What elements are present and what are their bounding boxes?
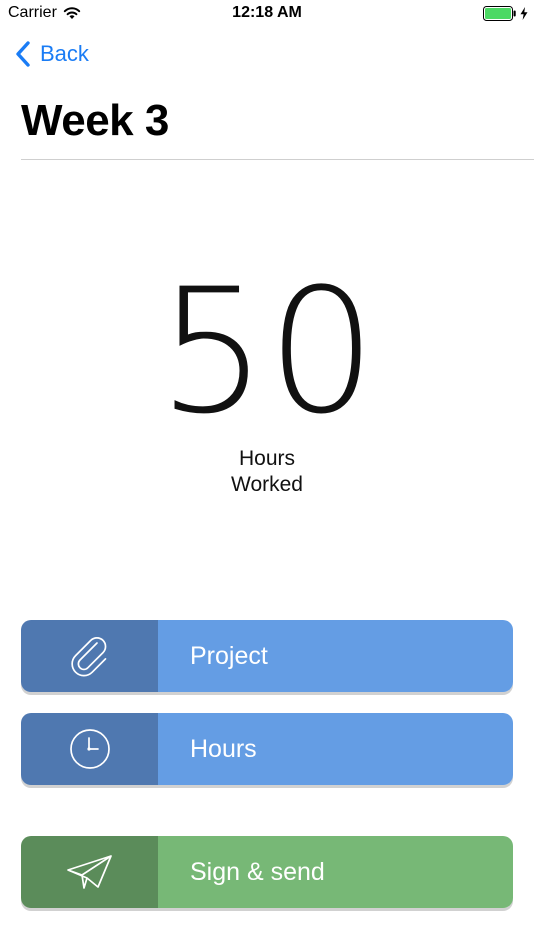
- project-icon-box: [21, 620, 158, 692]
- battery-icon: [483, 6, 516, 21]
- status-time: 12:18 AM: [232, 4, 302, 21]
- paperclip-icon: [70, 637, 106, 677]
- clock-icon: [69, 729, 110, 769]
- hours-value: 50: [157, 251, 377, 452]
- paper-plane-icon: [66, 855, 112, 889]
- sign-send-button[interactable]: Sign & send: [21, 836, 513, 908]
- status-right: [483, 6, 528, 21]
- project-button[interactable]: Project: [21, 620, 513, 692]
- status-bar: Carrier 12:18 AM: [0, 0, 534, 28]
- hours-caption-line2: Worked: [231, 473, 303, 496]
- hours-caption-line1: Hours: [238, 447, 296, 470]
- back-button[interactable]: Back: [14, 38, 89, 70]
- hours-caption: Hours Worked: [0, 446, 534, 498]
- sign-send-icon-box: [21, 836, 158, 908]
- hours-button-label: Hours: [158, 713, 513, 785]
- chevron-left-icon: [16, 41, 30, 67]
- page-title: Week 3: [21, 96, 169, 145]
- project-button-label: Project: [158, 620, 513, 692]
- bolt-icon: [520, 7, 528, 20]
- sign-send-button-label: Sign & send: [158, 836, 513, 908]
- hours-icon-box: [21, 713, 158, 785]
- back-label: Back: [40, 41, 89, 66]
- hours-button[interactable]: Hours: [21, 713, 513, 785]
- title-divider: [21, 159, 534, 160]
